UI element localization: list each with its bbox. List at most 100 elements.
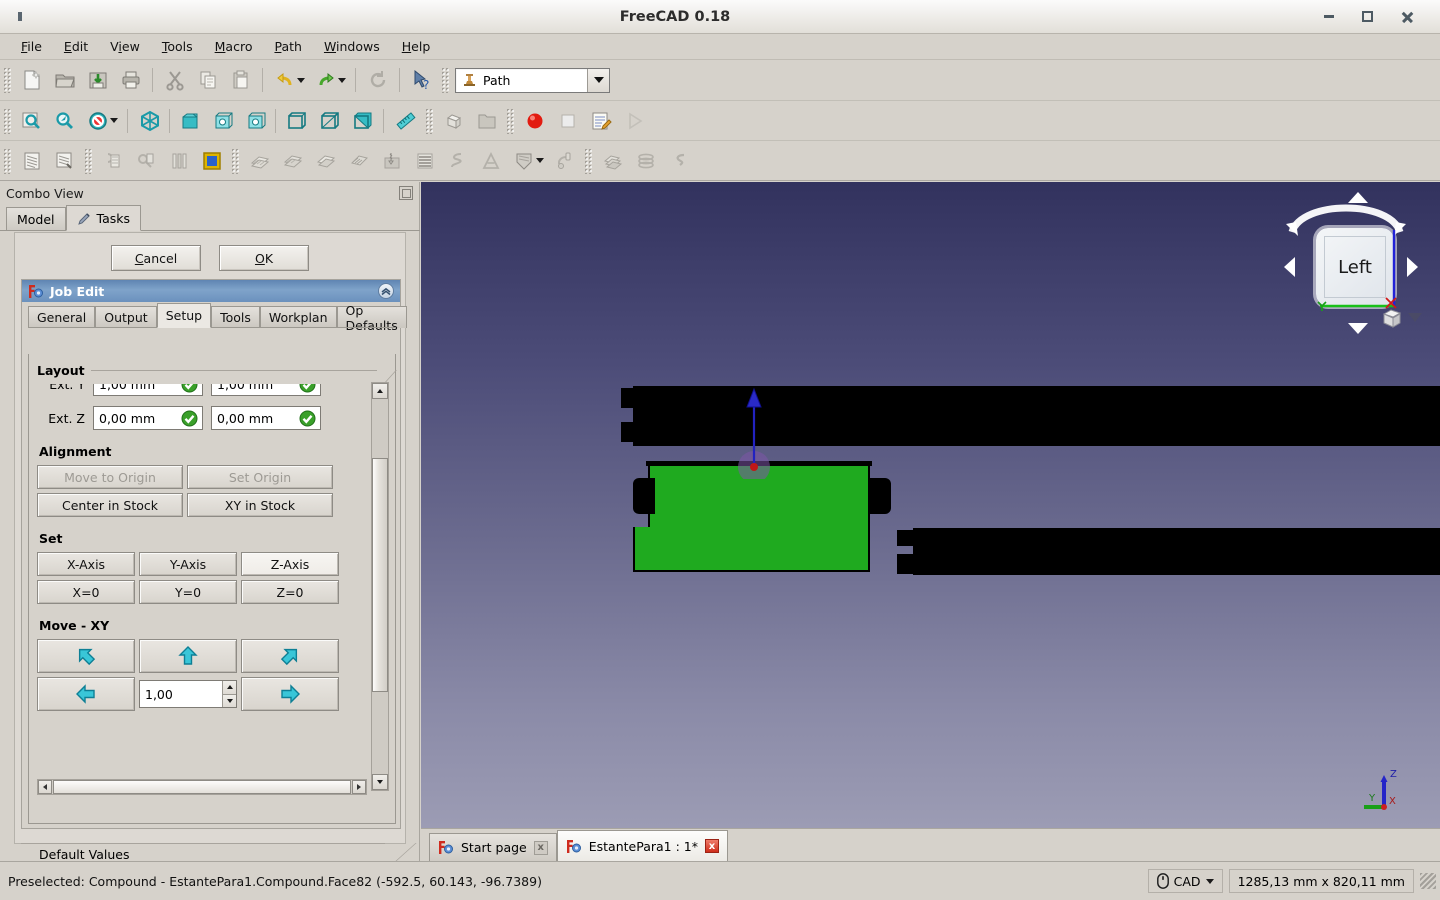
move-up-button[interactable] [139,639,237,673]
folder-icon[interactable] [470,105,503,136]
menu-tools[interactable]: Tools [151,36,204,57]
copy-icon[interactable] [191,65,224,96]
scroll-left-button[interactable] [38,780,52,794]
pocket-shape-icon[interactable] [342,145,375,176]
profile-icon[interactable] [309,145,342,176]
toolbar-grip-4[interactable] [425,107,434,134]
paste-icon[interactable] [224,65,257,96]
doc-tab-estantepara1-close[interactable]: x [704,839,719,853]
toolbar-grip-3[interactable] [3,107,12,134]
menu-help[interactable]: Help [391,36,442,57]
workbench-dropdown-caret[interactable] [587,68,609,92]
y-zero-button[interactable]: Y=0 [139,580,237,604]
xy-in-stock-button[interactable]: XY in Stock [187,493,333,517]
nav-arrow-down[interactable] [1348,323,1368,334]
tab-model[interactable]: Model [6,207,66,231]
left-view-icon[interactable] [345,105,378,136]
minimize-button[interactable] [1318,6,1340,28]
fit-selection-icon[interactable] [48,105,81,136]
tab-tools[interactable]: Tools [211,306,260,328]
navigation-mode-selector[interactable]: CAD [1147,869,1223,893]
nav-arrow-up[interactable] [1348,192,1368,203]
toolbar-grip-6[interactable] [3,147,12,174]
tool-bit-dock-icon[interactable] [162,145,195,176]
chevron-up-icon[interactable] [378,283,394,299]
x-zero-button[interactable]: X=0 [37,580,135,604]
new-document-icon[interactable] [15,65,48,96]
ext-z-input-a[interactable]: 0,00 mm [93,406,203,430]
draw-style-icon[interactable] [81,105,114,136]
toolbar-grip-8[interactable] [231,147,240,174]
nav-mini-cube-icon[interactable] [1380,306,1402,328]
tool-controller-icon[interactable] [129,145,162,176]
deburr-icon[interactable] [548,145,581,176]
toolbar-grip-7[interactable] [84,147,93,174]
setup-horizontal-scrollbar[interactable] [37,779,367,795]
path-array-icon[interactable] [596,145,629,176]
set-origin-button[interactable]: Set Origin [187,465,333,489]
menu-view[interactable]: View [99,36,151,57]
profile-face-icon[interactable] [243,145,276,176]
right-view-icon[interactable] [239,105,272,136]
menu-macro[interactable]: Macro [204,36,264,57]
scroll-up-button[interactable] [372,383,388,399]
measure-icon[interactable] [389,105,422,136]
tab-op-defaults[interactable]: Op Defaults [336,303,407,333]
workbench-selector[interactable]: Path [455,67,610,93]
spinner-down-button[interactable] [222,694,236,707]
toolbar-grip[interactable] [3,67,12,93]
caret-down-icon[interactable] [1205,878,1214,884]
job-edit-icon[interactable] [48,145,81,176]
drilling-icon[interactable] [375,145,408,176]
toolbar-grip-5[interactable] [506,107,515,134]
ext-y-input-b[interactable]: 1,00 mm [211,384,321,396]
doc-tab-start-page-close[interactable]: x [533,840,548,855]
menu-path[interactable]: Path [263,36,312,57]
y-axis-button[interactable]: Y-Axis [139,552,237,576]
engrave-icon[interactable] [507,145,540,176]
redo-icon[interactable] [309,65,342,96]
doc-tab-start-page[interactable]: Start page x [429,833,557,861]
move-step-input[interactable]: 1,00 [139,680,237,708]
top-view-icon[interactable] [206,105,239,136]
path-copy-icon[interactable] [629,145,662,176]
front-view-icon[interactable] [173,105,206,136]
scroll-right-button[interactable] [352,780,366,794]
save-icon[interactable] [81,65,114,96]
adaptive-icon[interactable] [474,145,507,176]
doc-tab-estantepara1[interactable]: EstantePara1 : 1* x [556,830,728,861]
menu-windows[interactable]: Windows [313,36,391,57]
spinner-up-button[interactable] [222,681,236,695]
macro-stop-icon[interactable] [551,105,584,136]
macro-execute-icon[interactable] [617,105,650,136]
surface-icon[interactable] [408,145,441,176]
ext-z-input-b[interactable]: 0,00 mm [211,406,321,430]
macro-edit-icon[interactable] [584,105,617,136]
window-menu-icon[interactable] [0,12,40,21]
float-window-icon[interactable] [399,186,413,200]
x-axis-button[interactable]: X-Axis [37,552,135,576]
z-zero-button[interactable]: Z=0 [241,580,339,604]
macro-record-icon[interactable] [518,105,551,136]
center-in-stock-button[interactable]: Center in Stock [37,493,183,517]
cancel-button[interactable]: Cancel [111,245,201,271]
isometric-view-icon[interactable] [133,105,166,136]
profile-edges-icon[interactable] [276,145,309,176]
move-to-origin-button[interactable]: Move to Origin [37,465,183,489]
helix-icon[interactable] [441,145,474,176]
tab-tasks[interactable]: Tasks [65,205,142,231]
move-up-right-button[interactable] [241,639,339,673]
nav-arrow-right[interactable] [1407,257,1418,277]
tab-setup[interactable]: Setup [156,303,212,328]
part-icon[interactable] [437,105,470,136]
menu-edit[interactable]: Edit [53,36,99,57]
menu-file[interactable]: File [10,36,53,57]
z-axis-button[interactable]: Z-Axis [241,552,339,576]
print-icon[interactable] [114,65,147,96]
navigation-cube[interactable]: Left [1264,184,1424,344]
undo-icon[interactable] [268,65,301,96]
rear-view-icon[interactable] [279,105,312,136]
cut-scissors-icon[interactable] [158,65,191,96]
move-left-button[interactable] [37,677,135,711]
nav-arrow-left[interactable] [1284,257,1295,277]
